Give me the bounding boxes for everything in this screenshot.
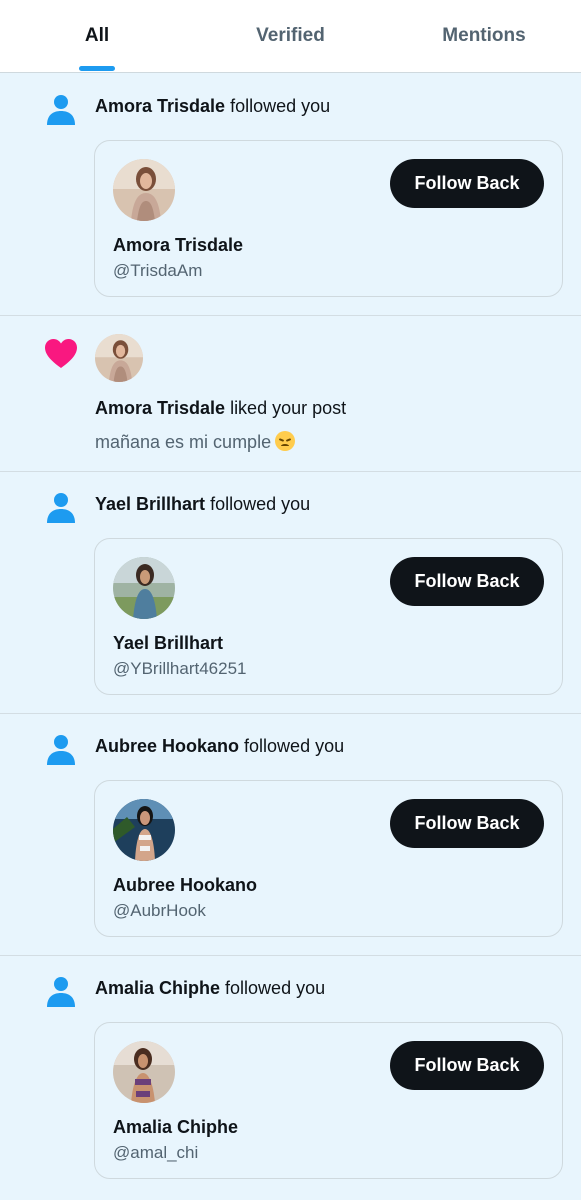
card-user-name[interactable]: Amalia Chiphe — [113, 1117, 238, 1138]
person-icon — [47, 977, 75, 1007]
avatar[interactable] — [95, 334, 143, 382]
notification-text: Yael Brillhart followed you — [95, 494, 311, 514]
notification-item[interactable]: Aubree Hookano followed you Aubree Hooka… — [0, 714, 581, 956]
follow-back-button[interactable]: Follow Back — [390, 1041, 544, 1090]
avatar[interactable] — [113, 159, 175, 221]
user-card[interactable]: Yael Brillhart @YBrillhart46251 Follow B… — [94, 538, 563, 695]
avatar[interactable] — [113, 557, 175, 619]
follow-back-button[interactable]: Follow Back — [390, 557, 544, 606]
card-user-handle: @amal_chi — [113, 1143, 199, 1162]
avatar[interactable] — [113, 1041, 175, 1103]
notification-item[interactable]: Yael Brillhart followed you Yael Brillha… — [0, 472, 581, 714]
post-snippet[interactable]: mañana es mi cumple — [95, 431, 296, 453]
tab-all[interactable]: All — [0, 0, 194, 72]
notification-text: Aubree Hookano followed you — [95, 736, 345, 756]
disappointed-face-icon — [275, 431, 296, 451]
card-user-handle: @TrisdaAm — [113, 261, 203, 280]
user-card[interactable]: Aubree Hookano @AubrHook Follow Back — [94, 780, 563, 937]
actor-name[interactable]: Amalia Chiphe — [95, 978, 220, 998]
actor-name[interactable]: Amora Trisdale — [95, 96, 225, 116]
notification-item[interactable]: Amalia Chiphe followed you Amalia Chiphe… — [0, 956, 581, 1200]
tab-mentions[interactable]: Mentions — [387, 0, 581, 72]
follow-back-button[interactable]: Follow Back — [390, 159, 544, 208]
follow-back-button[interactable]: Follow Back — [390, 799, 544, 848]
actor-name[interactable]: Aubree Hookano — [95, 736, 239, 756]
avatar[interactable] — [113, 799, 175, 861]
card-user-name[interactable]: Yael Brillhart — [113, 633, 223, 654]
card-user-name[interactable]: Amora Trisdale — [113, 235, 243, 256]
user-card[interactable]: Amora Trisdale @TrisdaAm Follow Back — [94, 140, 563, 297]
active-tab-indicator — [79, 66, 115, 71]
actor-name[interactable]: Yael Brillhart — [95, 494, 205, 514]
tab-verified[interactable]: Verified — [194, 0, 387, 72]
user-card[interactable]: Amalia Chiphe @amal_chi Follow Back — [94, 1022, 563, 1179]
card-user-handle: @YBrillhart46251 — [113, 659, 247, 678]
notification-item[interactable]: Amora Trisdale followed you Amora Trisda… — [0, 74, 581, 316]
heart-icon — [45, 339, 77, 368]
notification-tabs: All Verified Mentions — [0, 0, 581, 73]
actor-name[interactable]: Amora Trisdale — [95, 398, 225, 418]
notification-text: Amora Trisdale liked your post — [95, 398, 347, 418]
card-user-name[interactable]: Aubree Hookano — [113, 875, 257, 896]
person-icon — [47, 95, 75, 125]
person-icon — [47, 735, 75, 765]
notification-text: Amora Trisdale followed you — [95, 96, 331, 116]
card-user-handle: @AubrHook — [113, 901, 206, 920]
notification-text: Amalia Chiphe followed you — [95, 978, 326, 998]
person-icon — [47, 493, 75, 523]
notification-item[interactable]: Amora Trisdale liked your post mañana es… — [0, 316, 581, 472]
